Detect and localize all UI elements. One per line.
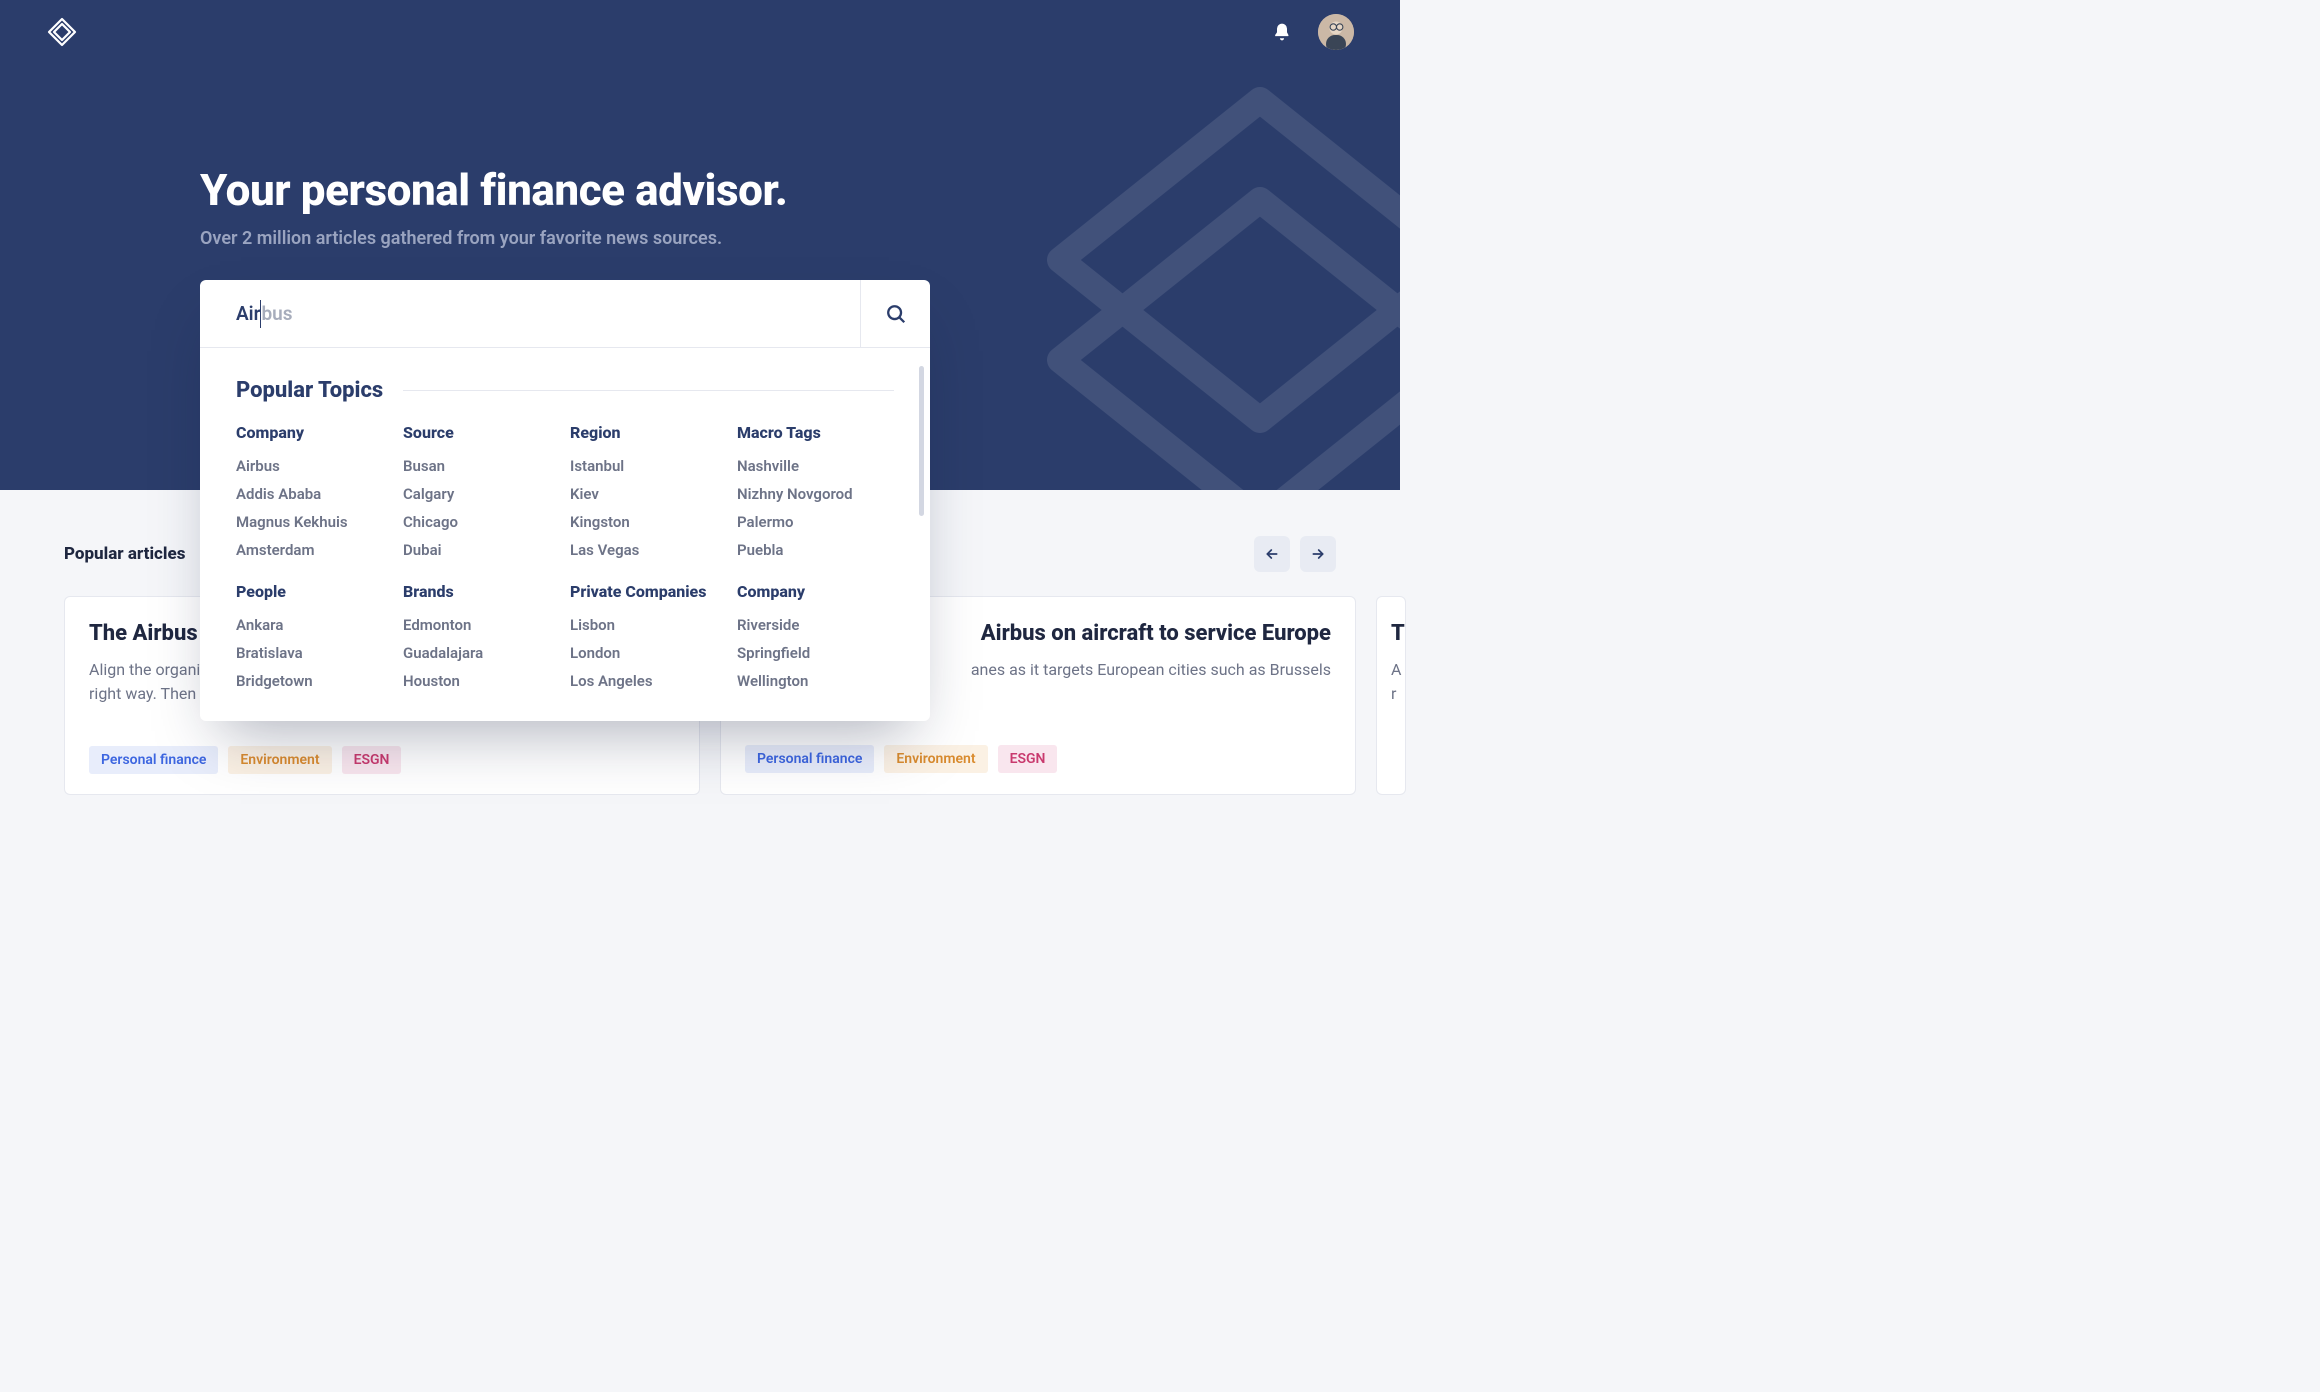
dropdown-item[interactable]: Riverside [737,611,894,639]
dropdown-item[interactable]: Los Angeles [570,667,727,695]
search-dropdown: Popular Topics CompanyAirbusAddis AbabaM… [200,348,930,721]
dropdown-item[interactable]: Puebla [737,536,894,564]
bell-icon [1272,22,1292,42]
dropdown-item[interactable]: Addis Ababa [236,480,393,508]
dropdown-column: Company AirbusAddis AbabaMagnus KekhuisAm… [236,423,393,695]
dropdown-item[interactable]: Nashville [737,452,894,480]
article-tags: Personal finance Environment ESGN [721,745,1331,773]
topbar-right [1272,14,1354,50]
dropdown-item[interactable]: Calgary [403,480,560,508]
dropdown-category-heading: Company [236,423,393,442]
dropdown-item[interactable]: Wellington [737,667,894,695]
tag[interactable]: Environment [884,745,987,773]
search-input[interactable]: Airbus [200,300,860,328]
dropdown-item[interactable]: London [570,639,727,667]
dropdown-column: Macro Tags NashvilleNizhny NovgorodPalerm… [737,423,894,695]
arrow-left-icon [1264,546,1280,562]
article-title: T [1391,621,1405,646]
search-panel: Airbus Popular Topics CompanyAirbusAddis… [200,280,930,721]
tag[interactable]: Environment [228,746,331,774]
tag[interactable]: ESGN [998,745,1058,773]
search-suggestion-text: bus [261,302,292,325]
dropdown-grid: Company AirbusAddis AbabaMagnus KekhuisAm… [236,423,894,695]
section-tabs: Popular articles T [64,544,214,564]
dropdown-heading-row: Popular Topics [236,378,894,403]
dropdown-column: Region IstanbulKievKingstonLas Vegas Priva… [570,423,727,695]
search-bar: Airbus [200,280,930,348]
dropdown-item[interactable]: Guadalajara [403,639,560,667]
dropdown-item[interactable]: Houston [403,667,560,695]
article-card-peek[interactable]: T A r [1376,596,1406,795]
dropdown-heading: Popular Topics [236,378,383,403]
tag[interactable]: Personal finance [745,745,874,773]
tag[interactable]: Personal finance [89,746,218,774]
dropdown-category-heading: Region [570,423,727,442]
dropdown-item[interactable]: Springfield [737,639,894,667]
carousel-nav [1254,536,1336,572]
divider [403,390,894,391]
dropdown-item[interactable]: Lisbon [570,611,727,639]
dropdown-item[interactable]: Busan [403,452,560,480]
tag[interactable]: ESGN [342,746,402,774]
dropdown-item[interactable]: Istanbul [570,452,727,480]
carousel-next-button[interactable] [1300,536,1336,572]
dropdown-item[interactable]: Bridgetown [236,667,393,695]
dropdown-item[interactable]: Bratislava [236,639,393,667]
dropdown-item[interactable]: Las Vegas [570,536,727,564]
dropdown-category-heading: Source [403,423,560,442]
avatar-icon [1318,14,1354,50]
dropdown-item[interactable]: Magnus Kekhuis [236,508,393,536]
dropdown-item[interactable]: Dubai [403,536,560,564]
topbar [0,0,1400,64]
dropdown-item[interactable]: Amsterdam [236,536,393,564]
dropdown-item[interactable]: Kingston [570,508,727,536]
dropdown-category-heading: Brands [403,582,560,601]
article-excerpt: A r [1391,658,1405,706]
dropdown-item[interactable]: Edmonton [403,611,560,639]
notifications-button[interactable] [1272,22,1292,42]
search-icon [885,303,907,325]
dropdown-category-heading: Company [737,582,894,601]
scrollbar[interactable] [919,366,924,516]
dropdown-column: Source BusanCalgaryChicagoDubai Brands Edmo… [403,423,560,695]
dropdown-category-heading: People [236,582,393,601]
arrow-right-icon [1310,546,1326,562]
dropdown-item[interactable]: Nizhny Novgorod [737,480,894,508]
dropdown-item[interactable]: Chicago [403,508,560,536]
dropdown-item[interactable]: Palermo [737,508,894,536]
article-tags: Personal finance Environment ESGN [89,746,675,774]
dropdown-item[interactable]: Airbus [236,452,393,480]
dropdown-item[interactable]: Kiev [570,480,727,508]
hero-decoration [1000,60,1400,490]
dropdown-category-heading: Private Companies [570,582,727,601]
logo[interactable] [46,16,78,48]
search-button[interactable] [860,280,930,347]
carousel-prev-button[interactable] [1254,536,1290,572]
tab-popular-articles[interactable]: Popular articles [64,544,185,564]
dropdown-item[interactable]: Ankara [236,611,393,639]
dropdown-category-heading: Macro Tags [737,423,894,442]
avatar[interactable] [1318,14,1354,50]
search-typed-text: Air [236,302,260,325]
logo-icon [46,16,78,48]
